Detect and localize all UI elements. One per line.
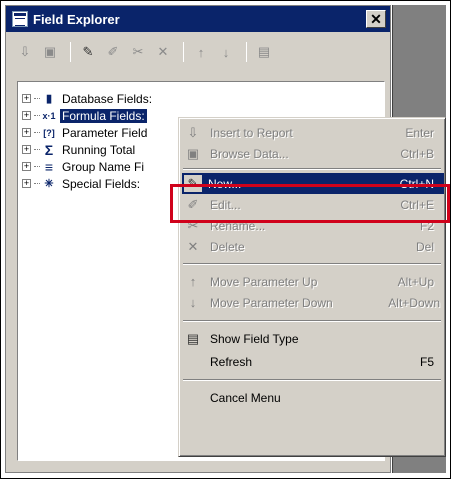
- move-up-icon[interactable]: ↑: [190, 41, 212, 63]
- menu-item-shortcut: Ctrl+N: [399, 176, 434, 191]
- browse-data-icon[interactable]: ▣: [39, 41, 61, 63]
- expand-icon[interactable]: +: [22, 145, 31, 154]
- menu-item-label: Refresh: [210, 354, 253, 369]
- menu-separator: [183, 320, 441, 322]
- menu-item-label: Browse Data...: [210, 146, 289, 161]
- expand-icon[interactable]: +: [22, 128, 31, 137]
- menu-item-label: Edit...: [210, 197, 241, 212]
- expand-icon[interactable]: +: [22, 94, 31, 103]
- rename-icon: ✂: [187, 217, 199, 233]
- edit-icon[interactable]: ✐: [102, 41, 124, 63]
- menu-item-label: Insert to Report: [210, 125, 293, 140]
- tree-item-label: Formula Fields:: [60, 108, 147, 123]
- toolbar-separator: [70, 42, 71, 62]
- show-field-type-icon[interactable]: ▤: [253, 41, 275, 63]
- tree-item-running-total[interactable]: + Σ Running Total: [22, 141, 137, 158]
- tree-item-label: Special Fields:: [62, 176, 141, 191]
- tree-item-label: Database Fields:: [62, 91, 153, 106]
- menu-separator: [183, 379, 441, 381]
- database-icon: ▮: [45, 93, 53, 105]
- tree-item-group-name[interactable]: + ≡ Group Name Fi: [22, 158, 146, 175]
- close-button[interactable]: ✕: [366, 10, 386, 28]
- context-menu: ⇩ Insert to Report Enter ▣ Browse Data..…: [178, 117, 446, 457]
- tree-item-special-fields[interactable]: + ✳ Special Fields:: [22, 175, 142, 192]
- special-fields-icon: ✳: [44, 178, 54, 190]
- expand-icon[interactable]: +: [22, 179, 31, 188]
- menu-item-shortcut: Alt+Up: [397, 274, 434, 289]
- menu-separator: [183, 263, 441, 265]
- tree-item-parameter-fields[interactable]: + [?] Parameter Field: [22, 124, 149, 141]
- menu-item-shortcut: F2: [419, 218, 434, 233]
- title-bar: Field Explorer ✕: [6, 6, 390, 32]
- menu-item-insert-to-report[interactable]: ⇩ Insert to Report Enter: [182, 122, 444, 143]
- menu-item-move-parameter-up[interactable]: ↑ Move Parameter Up Alt+Up: [182, 271, 444, 292]
- expand-icon[interactable]: +: [22, 111, 31, 120]
- tree-item-label: Parameter Field: [62, 125, 148, 140]
- cancel-icon: [182, 387, 204, 408]
- menu-item-label: Show Field Type: [210, 331, 299, 346]
- refresh-icon: [182, 351, 204, 372]
- close-icon: ✕: [370, 10, 382, 27]
- new-icon[interactable]: ✎: [77, 41, 99, 63]
- tree-item-formula-fields[interactable]: + x·1 Formula Fields:: [22, 107, 147, 124]
- move-down-icon: ↓: [189, 295, 197, 310]
- menu-item-cancel-menu[interactable]: Cancel Menu: [182, 387, 444, 408]
- menu-item-shortcut: Ctrl+E: [400, 197, 434, 212]
- field-explorer-icon: [12, 11, 28, 27]
- show-field-type-icon: ▤: [186, 330, 200, 346]
- menu-item-label: Move Parameter Down: [210, 295, 333, 310]
- delete-icon: ✕: [187, 238, 199, 254]
- formula-icon: x·1: [42, 110, 56, 121]
- menu-item-shortcut: F5: [419, 354, 434, 369]
- menu-item-shortcut: Alt+Down: [388, 295, 440, 310]
- tree-item-database-fields[interactable]: + ▮ Database Fields:: [22, 90, 154, 107]
- menu-item-shortcut: Enter: [405, 125, 434, 140]
- menu-separator: [183, 168, 441, 170]
- menu-item-label: Move Parameter Up: [210, 274, 318, 289]
- menu-item-browse-data[interactable]: ▣ Browse Data... Ctrl+B: [182, 143, 444, 164]
- insert-to-report-icon: ⇩: [187, 124, 199, 140]
- tree-item-label: Running Total: [62, 142, 136, 157]
- toolbar-separator: [183, 42, 184, 62]
- move-down-icon[interactable]: ↓: [215, 41, 237, 63]
- new-icon: ✎: [184, 175, 202, 192]
- menu-item-show-field-type[interactable]: ▤ Show Field Type: [182, 328, 444, 349]
- menu-item-delete[interactable]: ✕ Delete Del: [182, 236, 444, 257]
- menu-item-label: Rename...: [210, 218, 266, 233]
- menu-item-rename[interactable]: ✂ Rename... F2: [182, 215, 444, 236]
- group-name-icon: ≡: [44, 158, 54, 175]
- menu-item-label: Delete: [210, 239, 245, 254]
- edit-icon: ✐: [187, 196, 199, 212]
- menu-item-edit[interactable]: ✐ Edit... Ctrl+E: [182, 194, 444, 215]
- menu-item-refresh[interactable]: Refresh F5: [182, 351, 444, 372]
- rename-icon[interactable]: ✂: [127, 41, 149, 63]
- toolbar: ⇩ ▣ ✎ ✐ ✂ ✕ ↑ ↓ ▤: [14, 38, 278, 66]
- expand-icon[interactable]: +: [22, 162, 31, 171]
- move-up-icon: ↑: [189, 274, 197, 289]
- browse-data-icon: ▣: [186, 145, 200, 161]
- menu-item-label: Cancel Menu: [210, 390, 281, 405]
- parameter-icon: [?]: [43, 127, 55, 138]
- tree-item-label: Group Name Fi: [62, 159, 145, 174]
- menu-item-shortcut: Ctrl+B: [400, 146, 434, 161]
- menu-item-move-parameter-down[interactable]: ↓ Move Parameter Down Alt+Down: [182, 292, 444, 313]
- insert-to-report-icon[interactable]: ⇩: [14, 41, 36, 63]
- menu-item-shortcut: Del: [415, 239, 434, 254]
- menu-item-label: New...: [208, 176, 242, 191]
- delete-icon[interactable]: ✕: [152, 41, 174, 63]
- sigma-icon: Σ: [44, 141, 54, 158]
- window-title: Field Explorer: [33, 11, 120, 27]
- toolbar-separator: [246, 42, 247, 62]
- menu-item-new[interactable]: ✎ New... Ctrl+N: [182, 173, 444, 194]
